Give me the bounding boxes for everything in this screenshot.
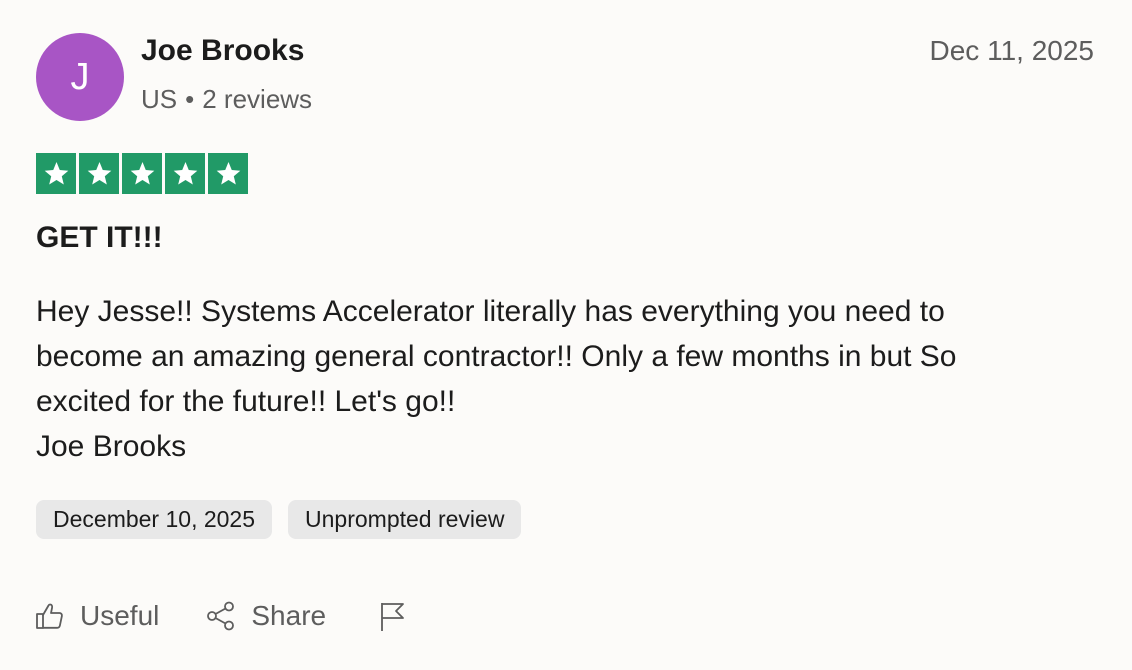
review-card: J Joe Brooks US • 2 reviews Dec 11, 2025…	[0, 0, 1132, 670]
useful-button[interactable]: Useful	[34, 600, 159, 632]
review-body-line: Hey Jesse!! Systems Accelerator literall…	[36, 295, 945, 328]
reviewer-meta: US • 2 reviews	[141, 84, 312, 115]
reviewer-country: US	[141, 84, 178, 114]
share-icon	[207, 601, 235, 631]
star-icon	[122, 153, 162, 194]
reviewer-review-count: 2 reviews	[202, 84, 313, 114]
review-title: GET IT!!!	[36, 221, 163, 254]
review-date: Dec 11, 2025	[929, 35, 1095, 66]
experience-date-tag: December 10, 2025	[36, 500, 273, 539]
useful-label: Useful	[80, 600, 160, 631]
review-body-line: become an amazing general contractor!! O…	[36, 340, 957, 373]
star-icon	[208, 153, 248, 194]
review-body-line: excited for the future!! Let's go!!	[36, 385, 456, 418]
thumbs-up-icon	[36, 603, 63, 629]
star-rating	[36, 153, 248, 194]
review-body-line: Joe Brooks	[36, 430, 187, 463]
report-button[interactable]	[376, 600, 422, 632]
star-icon	[165, 153, 205, 194]
avatar[interactable]: J	[36, 33, 124, 121]
review-actions: Useful Share	[34, 600, 422, 632]
star-icon	[36, 153, 76, 194]
review-tags: December 10, 2025 Unprompted review	[36, 500, 522, 539]
star-icon	[79, 153, 119, 194]
review-body: Hey Jesse!! Systems Accelerator literall…	[36, 289, 1096, 469]
avatar-initial: J	[70, 55, 90, 98]
unprompted-review-tag[interactable]: Unprompted review	[288, 500, 522, 539]
share-button[interactable]: Share	[205, 600, 326, 632]
flag-icon	[381, 603, 404, 631]
share-label: Share	[251, 600, 327, 631]
meta-separator: •	[185, 84, 195, 114]
reviewer-name[interactable]: Joe Brooks	[141, 34, 304, 68]
